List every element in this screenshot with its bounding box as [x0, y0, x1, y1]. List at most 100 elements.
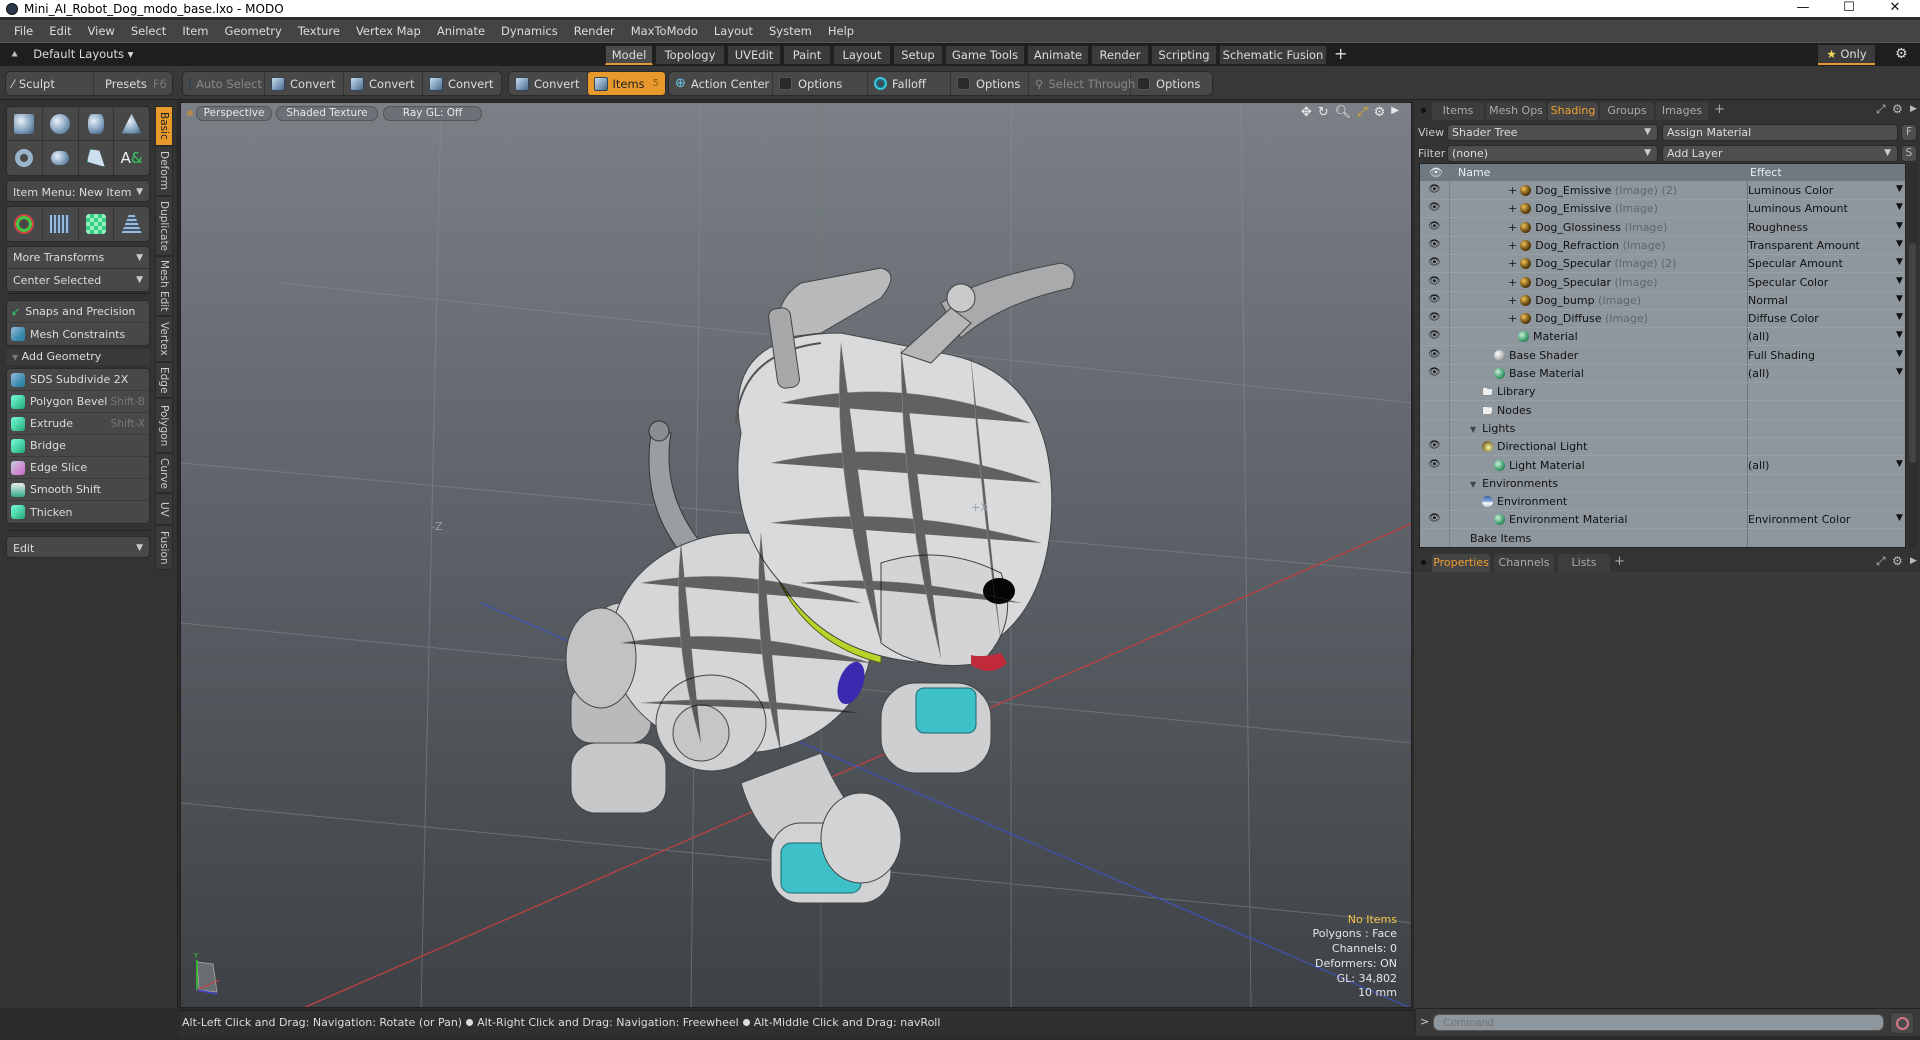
effect-dropdown-icon[interactable]: ▼ — [1896, 276, 1903, 286]
vtab-vertex[interactable]: Vertex — [155, 316, 173, 362]
f-button[interactable]: F — [1901, 123, 1917, 141]
visibility-eye-icon[interactable]: 👁︎ — [1428, 202, 1441, 213]
effect-dropdown-icon[interactable]: ▼ — [1896, 257, 1903, 267]
vtab-curve[interactable]: Curve — [155, 453, 173, 493]
effect-value[interactable]: Full Shading — [1748, 349, 1815, 362]
panel-arrow-icon[interactable]: ▶ — [1910, 556, 1917, 566]
vtab-fusion[interactable]: Fusion — [155, 525, 173, 570]
cylinder-primitive-button[interactable] — [79, 107, 115, 140]
menu-vertex-map[interactable]: Vertex Map — [348, 24, 429, 38]
add-properties-tab-button[interactable]: + — [1614, 554, 1625, 569]
effect-dropdown-icon[interactable]: ▼ — [1896, 513, 1903, 523]
tool-sds-subdivide[interactable]: SDS Subdivide 2X — [7, 369, 149, 391]
menu-geometry[interactable]: Geometry — [217, 24, 290, 38]
tab-mesh-ops[interactable]: Mesh Ops — [1486, 102, 1546, 120]
effect-dropdown-icon[interactable]: ▼ — [1896, 221, 1903, 231]
menu-file[interactable]: File — [6, 24, 41, 38]
menu-item[interactable]: Item — [174, 24, 216, 38]
menu-view[interactable]: View — [80, 24, 123, 38]
effect-value[interactable]: Specular Amount — [1748, 257, 1843, 270]
panel-gear-icon[interactable]: ⚙ — [1892, 554, 1903, 568]
action-center-options-button[interactable]: Options — [773, 72, 868, 95]
visibility-eye-icon[interactable]: 👁︎ — [1428, 257, 1441, 268]
cube-primitive-button[interactable] — [7, 107, 43, 140]
s-button[interactable]: S — [1901, 144, 1917, 162]
panel-gear-icon[interactable]: ⚙ — [1892, 102, 1903, 116]
items-mode-button[interactable]: Items 5 — [587, 72, 665, 95]
tree-row[interactable]: 👁︎ Base Shader Full Shading ▼ — [1420, 347, 1905, 365]
fit-view-icon[interactable]: ⤢ — [1357, 105, 1367, 120]
raygl-button[interactable]: Ray GL: Off — [383, 106, 482, 121]
convert-vertices-button[interactable]: Convert — [265, 72, 344, 95]
tree-row[interactable]: Environment — [1420, 493, 1905, 512]
visibility-eye-icon[interactable]: 👁︎ — [1428, 239, 1441, 250]
tree-row[interactable]: 👁︎ Material (all) ▼ — [1420, 328, 1905, 347]
tool-smooth-shift[interactable]: Smooth Shift — [7, 479, 149, 501]
capsule-primitive-button[interactable] — [43, 141, 79, 175]
menu-system[interactable]: System — [761, 24, 820, 38]
effect-dropdown-icon[interactable]: ▼ — [1896, 294, 1903, 304]
tree-row[interactable]: 👁︎ + Dog_Glossiness (Image) Roughness ▼ — [1420, 219, 1905, 237]
filter-select[interactable]: (none) ▼ — [1447, 144, 1658, 162]
tree-row[interactable]: Nodes — [1420, 402, 1905, 420]
convert-edges-button[interactable]: Convert — [344, 72, 423, 95]
zoom-magnifier-icon[interactable]: 🔍︎ — [1335, 105, 1352, 120]
expand-arrow-icon[interactable]: ▶ — [1391, 105, 1399, 120]
text-tool-button[interactable]: A& — [114, 141, 149, 175]
expand-plus-icon[interactable]: + — [1508, 294, 1517, 307]
menu-layout[interactable]: Layout — [706, 24, 761, 38]
tree-scrollbar[interactable] — [1908, 163, 1917, 548]
tree-row[interactable]: 👁︎ + Dog_Specular (Image) (2) Specular Amou… — [1420, 255, 1905, 274]
tab-properties[interactable]: Properties — [1432, 554, 1490, 572]
only-button[interactable]: ★ Only — [1818, 45, 1875, 65]
vtab-duplicate[interactable]: Duplicate — [155, 196, 173, 256]
effect-dropdown-icon[interactable]: ▼ — [1896, 330, 1903, 340]
shading-mode-button[interactable]: Shaded Texture — [276, 106, 378, 121]
tool-bridge[interactable]: Bridge — [7, 435, 149, 457]
tab-items[interactable]: Items — [1432, 102, 1484, 120]
action-center-button[interactable]: ⊕ Action Center — [669, 72, 773, 95]
tool-extrude[interactable]: Extrude Shift-X — [7, 413, 149, 435]
vtab-edge[interactable]: Edge — [155, 362, 173, 398]
mesh-constraints-button[interactable]: Mesh Constraints — [7, 323, 149, 345]
tool-edge-slice[interactable]: Edge Slice — [7, 457, 149, 479]
effect-value[interactable]: Luminous Amount — [1748, 202, 1848, 215]
tree-row[interactable]: 👁︎ Base Material (all) ▼ — [1420, 365, 1905, 383]
panel-dot-icon[interactable] — [1421, 108, 1426, 113]
visibility-eye-icon[interactable]: 👁︎ — [1428, 276, 1441, 287]
collapse-arrow-icon[interactable]: ⯅ — [10, 47, 19, 62]
scrollbar-thumb[interactable] — [1909, 243, 1916, 463]
maximize-button[interactable]: ☐ — [1826, 0, 1872, 17]
visibility-eye-icon[interactable]: 👁︎ — [1428, 312, 1441, 323]
effect-value[interactable]: Roughness — [1748, 221, 1808, 234]
auto-select-button[interactable]: Auto Select — [183, 72, 265, 95]
edit-dropdown[interactable]: Edit ▼ — [7, 537, 149, 559]
vtab-polygon[interactable]: Polygon — [155, 398, 173, 453]
effect-value[interactable]: (all) — [1748, 367, 1769, 380]
tree-row[interactable]: 👁︎ + Dog_Diffuse (Image) Diffuse Color ▼ — [1420, 310, 1905, 329]
add-geometry-section[interactable]: ▼ Add Geometry — [6, 349, 150, 365]
tree-row[interactable]: Library — [1420, 383, 1905, 402]
expand-plus-icon[interactable]: + — [1508, 276, 1517, 289]
tab-uvedit[interactable]: UVEdit — [727, 45, 781, 65]
expand-plus-icon[interactable]: + — [1508, 239, 1517, 252]
expand-plus-icon[interactable]: + — [1508, 257, 1517, 270]
menu-texture[interactable]: Texture — [290, 24, 348, 38]
effect-dropdown-icon[interactable]: ▼ — [1896, 367, 1903, 377]
effect-dropdown-icon[interactable]: ▼ — [1896, 239, 1903, 249]
vtab-mesh-edit[interactable]: Mesh Edit — [155, 256, 173, 316]
effect-value[interactable]: Diffuse Color — [1748, 312, 1819, 325]
tab-schematic-fusion[interactable]: Schematic Fusion — [1219, 45, 1327, 65]
menu-dynamics[interactable]: Dynamics — [493, 24, 566, 38]
view-select[interactable]: Shader Tree ▼ — [1447, 123, 1658, 141]
tree-row[interactable]: ▼ Lights — [1420, 420, 1905, 438]
tab-lists[interactable]: Lists — [1558, 554, 1610, 572]
item-menu-dropdown[interactable]: Item Menu: New Item ▼ — [7, 181, 149, 203]
visibility-eye-icon[interactable]: 👁︎ — [1428, 440, 1441, 451]
expand-plus-icon[interactable]: + — [1508, 312, 1517, 325]
warp-tool-button[interactable] — [79, 207, 115, 241]
viewport-indicator-dot[interactable] — [187, 110, 193, 116]
taper-tool-button[interactable] — [114, 207, 149, 241]
visibility-eye-icon[interactable]: 👁︎ — [1428, 221, 1441, 232]
vtab-deform[interactable]: Deform — [155, 146, 173, 196]
